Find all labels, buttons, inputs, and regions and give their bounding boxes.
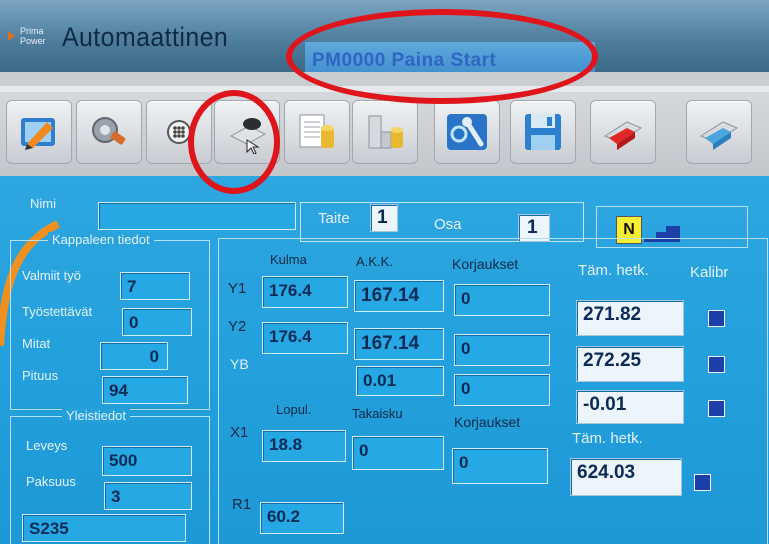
pituus-field[interactable]: 94 — [102, 376, 188, 404]
kalibr-header: Kalibr — [690, 264, 729, 281]
nimi-label: Nimi — [30, 196, 56, 211]
yb-korjaukset-field[interactable]: 0 — [454, 374, 550, 406]
y1-akk-field[interactable]: 167.14 — [354, 280, 444, 312]
prima-power-logo: Prima Power — [8, 22, 54, 52]
bend-red-button[interactable] — [590, 100, 656, 164]
valmiit-label: Valmiit työ — [22, 268, 81, 283]
bend-red-icon — [603, 121, 643, 150]
takaisku-header: Takaisku — [352, 406, 403, 421]
y2-akk-field[interactable]: 167.14 — [354, 328, 444, 360]
tyostettavat-label: Työstettävät — [22, 304, 93, 319]
leveys-field[interactable]: 500 — [102, 446, 192, 476]
y2-tam-hetk-field: 272.25 — [576, 346, 684, 382]
tam-hetk2-header: Täm. hetk. — [572, 430, 643, 447]
paksuus-label: Paksuus — [26, 474, 76, 489]
yb-tam-hetk-field: -0.01 — [576, 390, 684, 424]
r1-label: R1 — [232, 496, 252, 513]
database-icon — [368, 115, 403, 149]
bend-blue-icon — [699, 121, 739, 150]
mode-title: Automaattinen — [62, 22, 229, 52]
x1-tam-hetk-field: 624.03 — [570, 458, 682, 496]
tools-button[interactable] — [76, 100, 142, 164]
save-icon — [525, 114, 561, 150]
bend-blue-button[interactable] — [686, 100, 752, 164]
x1-label: X1 — [230, 424, 249, 441]
status-highlight-circle — [286, 9, 598, 104]
documents-button[interactable] — [284, 100, 350, 164]
toolbar-highlight-circle — [188, 90, 280, 194]
x1-korjaukset-field[interactable]: 0 — [452, 448, 548, 484]
kulma-header: Kulma — [270, 252, 307, 267]
machine-screen: Prima Power Automaattinen PM0000 Paina S… — [0, 0, 769, 544]
lopul-header: Lopul. — [276, 402, 312, 417]
database-button[interactable] — [352, 100, 418, 164]
y2-label: Y2 — [228, 318, 247, 335]
settings-icon — [447, 114, 487, 150]
x1-lopul-field[interactable]: 18.8 — [262, 430, 346, 462]
korjaukset2-header: Korjaukset — [454, 414, 521, 430]
y1-calibrate-button[interactable] — [708, 310, 725, 327]
mitat-field[interactable]: 0 — [100, 342, 168, 370]
edit-icon — [21, 118, 55, 150]
osa-label: Osa — [434, 216, 462, 233]
valmiit-field[interactable]: 7 — [120, 272, 190, 300]
save-button[interactable] — [510, 100, 576, 164]
y1-korjaukset-field[interactable]: 0 — [454, 284, 550, 316]
edit-button[interactable] — [6, 100, 72, 164]
akk-header: A.K.K. — [356, 254, 393, 269]
pituus-label: Pituus — [22, 368, 59, 383]
leveys-label: Leveys — [26, 438, 68, 453]
nimi-field[interactable] — [98, 202, 296, 230]
main-panel: Nimi Taite 1 Osa 1 N Kappaleen tiedot Va… — [0, 176, 769, 544]
r1-lopul-field[interactable]: 60.2 — [260, 502, 344, 534]
yb-akk-field[interactable]: 0.01 — [356, 366, 444, 396]
taite-label: Taite — [318, 210, 350, 227]
yleis-title: Yleistiedot — [62, 408, 130, 423]
yb-calibrate-button[interactable] — [708, 400, 725, 417]
settings-button[interactable] — [434, 100, 500, 164]
material-field[interactable]: S235 — [22, 514, 186, 542]
taite-field[interactable]: 1 — [370, 204, 398, 232]
y1-label: Y1 — [228, 280, 247, 297]
tyostettavat-field[interactable]: 0 — [122, 308, 192, 336]
kappale-title: Kappaleen tiedot — [48, 232, 154, 247]
y1-kulma-field[interactable]: 176.4 — [262, 276, 348, 308]
korjaukset-header: Korjaukset — [452, 256, 519, 272]
tools-icon — [92, 117, 126, 145]
y1-tam-hetk-field: 271.82 — [576, 300, 684, 336]
toolbar — [0, 92, 769, 176]
documents-icon — [299, 114, 334, 148]
tam-hetk-header: Täm. hetk. — [578, 262, 649, 279]
y2-calibrate-button[interactable] — [708, 356, 725, 373]
yb-label: YB — [230, 356, 249, 372]
x1-takaisku-field[interactable]: 0 — [352, 436, 444, 470]
y2-korjaukset-field[interactable]: 0 — [454, 334, 550, 366]
y2-kulma-field[interactable]: 176.4 — [262, 322, 348, 354]
paksuus-field[interactable]: 3 — [104, 482, 192, 510]
x1-calibrate-button[interactable] — [694, 474, 711, 491]
mitat-label: Mitat — [22, 336, 51, 351]
